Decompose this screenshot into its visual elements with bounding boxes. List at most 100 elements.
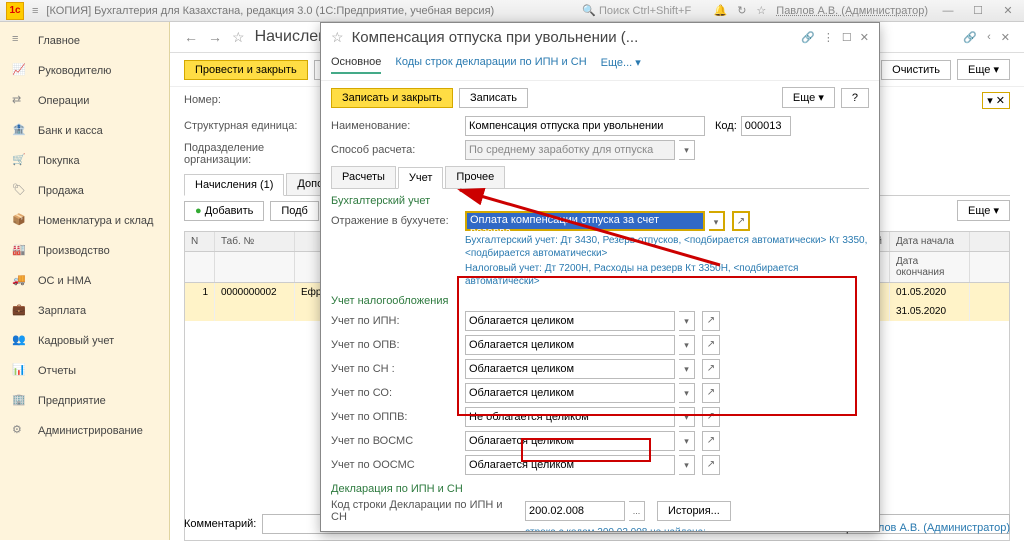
sidebar-item-8[interactable]: 🚚ОС и НМА xyxy=(0,266,169,296)
oosms-field[interactable] xyxy=(465,455,675,475)
modal-link-icon[interactable]: 🔗 xyxy=(801,31,815,44)
decl-field[interactable] xyxy=(525,501,625,521)
sn-field[interactable] xyxy=(465,359,675,379)
vosms-label: Учет по ВОСМС xyxy=(331,435,461,447)
ipn-field[interactable] xyxy=(465,311,675,331)
oosms-drop[interactable]: ▾ xyxy=(679,455,695,475)
sidebar-item-13[interactable]: ⚙Администрирование xyxy=(0,416,169,446)
pin2[interactable]: ▾ ✕ xyxy=(982,92,1010,109)
tab-calc[interactable]: Расчеты xyxy=(331,166,396,188)
modal-max-icon[interactable]: ☐ xyxy=(842,31,852,44)
modal-save-close-button[interactable]: Записать и закрыть xyxy=(331,88,453,108)
add-button[interactable]: ● Добавить xyxy=(184,201,264,221)
vosms-drop[interactable]: ▾ xyxy=(679,431,695,451)
nav-main[interactable]: Основное xyxy=(331,52,381,74)
sidebar-item-0[interactable]: ≡Главное xyxy=(0,26,169,56)
refl-field[interactable]: Оплата компенсации отпуска за счет резер… xyxy=(465,211,705,231)
vosms-field[interactable] xyxy=(465,431,675,451)
acct-hint1: Бухгалтерский учет: Дт 3430, Резерв отпу… xyxy=(321,233,879,261)
user-name[interactable]: Павлов А.В. (Администратор) xyxy=(776,5,928,17)
sidebar-item-6[interactable]: 📦Номенклатура и склад xyxy=(0,206,169,236)
code-field[interactable] xyxy=(741,116,791,136)
side-icon: 👥 xyxy=(12,333,28,349)
decl-browse[interactable]: ... xyxy=(629,501,645,521)
minimize-icon[interactable]: — xyxy=(938,5,958,17)
link-icon[interactable]: 🔗 xyxy=(963,31,977,44)
opv-drop[interactable]: ▾ xyxy=(679,335,695,355)
bell-icon[interactable]: 🔔 xyxy=(713,4,727,17)
modal-close-icon[interactable]: ✕ xyxy=(860,31,869,44)
global-search[interactable]: 🔍 Поиск Ctrl+Shift+F xyxy=(582,4,691,17)
tab-accruals[interactable]: Начисления (1) xyxy=(184,174,284,196)
modal-more-button[interactable]: Еще ▾ xyxy=(782,87,835,108)
sidebar-item-5[interactable]: 🏷Продажа xyxy=(0,176,169,206)
menu-icon[interactable]: ≡ xyxy=(32,5,38,17)
fill-button[interactable]: Подб xyxy=(270,201,319,221)
modal-save-button[interactable]: Записать xyxy=(459,88,528,108)
opv-open[interactable]: ↗ xyxy=(702,335,720,355)
ipn-drop[interactable]: ▾ xyxy=(679,311,695,331)
refl-open[interactable]: ↗ xyxy=(732,211,750,231)
side-label: Покупка xyxy=(38,155,80,167)
opv-field[interactable] xyxy=(465,335,675,355)
sidebar-item-10[interactable]: 👥Кадровый учет xyxy=(0,326,169,356)
table-more-button[interactable]: Еще ▾ xyxy=(957,200,1010,221)
maximize-icon[interactable]: ☐ xyxy=(968,4,988,17)
sidebar-item-7[interactable]: 🏭Производство xyxy=(0,236,169,266)
modal-opts-icon[interactable]: ⋮ xyxy=(823,31,834,44)
name-field[interactable] xyxy=(465,116,705,136)
sidebar-item-11[interactable]: 📊Отчеты xyxy=(0,356,169,386)
side-label: Производство xyxy=(38,245,110,257)
doc-prev-icon[interactable]: ‹ xyxy=(987,31,991,44)
side-icon: 💼 xyxy=(12,303,28,319)
side-icon: 🏷 xyxy=(12,183,28,199)
col-n: N xyxy=(185,232,215,251)
ipn-label: Учет по ИПН: xyxy=(331,315,461,327)
oppv-drop[interactable]: ▾ xyxy=(679,407,695,427)
sidebar-item-1[interactable]: 📈Руководителю xyxy=(0,56,169,86)
col-end: Дата окончания xyxy=(890,252,970,282)
history-icon[interactable]: ↻ xyxy=(737,4,746,17)
more-button[interactable]: Еще ▾ xyxy=(957,59,1010,80)
sidebar-item-4[interactable]: 🛒Покупка xyxy=(0,146,169,176)
number-label: Номер: xyxy=(184,94,319,106)
refl-drop[interactable]: ▾ xyxy=(709,211,725,231)
ipn-open[interactable]: ↗ xyxy=(702,311,720,331)
post-close-button[interactable]: Провести и закрыть xyxy=(184,60,308,80)
tab-other[interactable]: Прочее xyxy=(445,166,505,188)
sn-drop[interactable]: ▾ xyxy=(679,359,695,379)
nav-fwd-icon[interactable]: → xyxy=(208,29,222,45)
so-drop[interactable]: ▾ xyxy=(679,383,695,403)
star-icon[interactable]: ☆ xyxy=(756,4,766,17)
side-label: ОС и НМА xyxy=(38,275,91,287)
calc-label: Способ расчета: xyxy=(331,144,461,156)
sidebar-item-9[interactable]: 💼Зарплата xyxy=(0,296,169,326)
oppv-field[interactable] xyxy=(465,407,675,427)
col-tab: Таб. № xyxy=(215,232,295,251)
so-open[interactable]: ↗ xyxy=(702,383,720,403)
nav-more[interactable]: Еще... ▾ xyxy=(601,52,641,74)
sidebar-item-12[interactable]: 🏢Предприятие xyxy=(0,386,169,416)
sidebar: ≡Главное📈Руководителю⇄Операции🏦Банк и ка… xyxy=(0,22,170,540)
clear-button[interactable]: Очистить xyxy=(881,60,951,80)
sidebar-item-3[interactable]: 🏦Банк и касса xyxy=(0,116,169,146)
tab-acct[interactable]: Учет xyxy=(398,167,444,189)
oosms-open[interactable]: ↗ xyxy=(702,455,720,475)
subdiv-label: Подразделение организации: xyxy=(184,142,319,166)
sn-open[interactable]: ↗ xyxy=(702,359,720,379)
nav-back-icon[interactable]: ← xyxy=(184,29,198,45)
modal-star-icon[interactable]: ☆ xyxy=(331,29,344,46)
modal-help-button[interactable]: ? xyxy=(841,88,869,108)
so-field[interactable] xyxy=(465,383,675,403)
decl-note: строка с кодом 200.02.008 не найдена; xyxy=(321,525,879,532)
nav-codes[interactable]: Коды строк декларации по ИПН и СН xyxy=(395,52,586,74)
oppv-open[interactable]: ↗ xyxy=(702,407,720,427)
sidebar-item-2[interactable]: ⇄Операции xyxy=(0,86,169,116)
decl-label: Код строки Декларации по ИПН и СН xyxy=(331,499,521,523)
doc-close-icon[interactable]: ✕ xyxy=(1001,31,1010,44)
favorite-icon[interactable]: ☆ xyxy=(232,29,245,46)
vosms-open[interactable]: ↗ xyxy=(702,431,720,451)
calc-drop[interactable]: ▾ xyxy=(679,140,695,160)
close-icon[interactable]: ✕ xyxy=(998,4,1018,17)
history-button[interactable]: История... xyxy=(657,501,731,521)
